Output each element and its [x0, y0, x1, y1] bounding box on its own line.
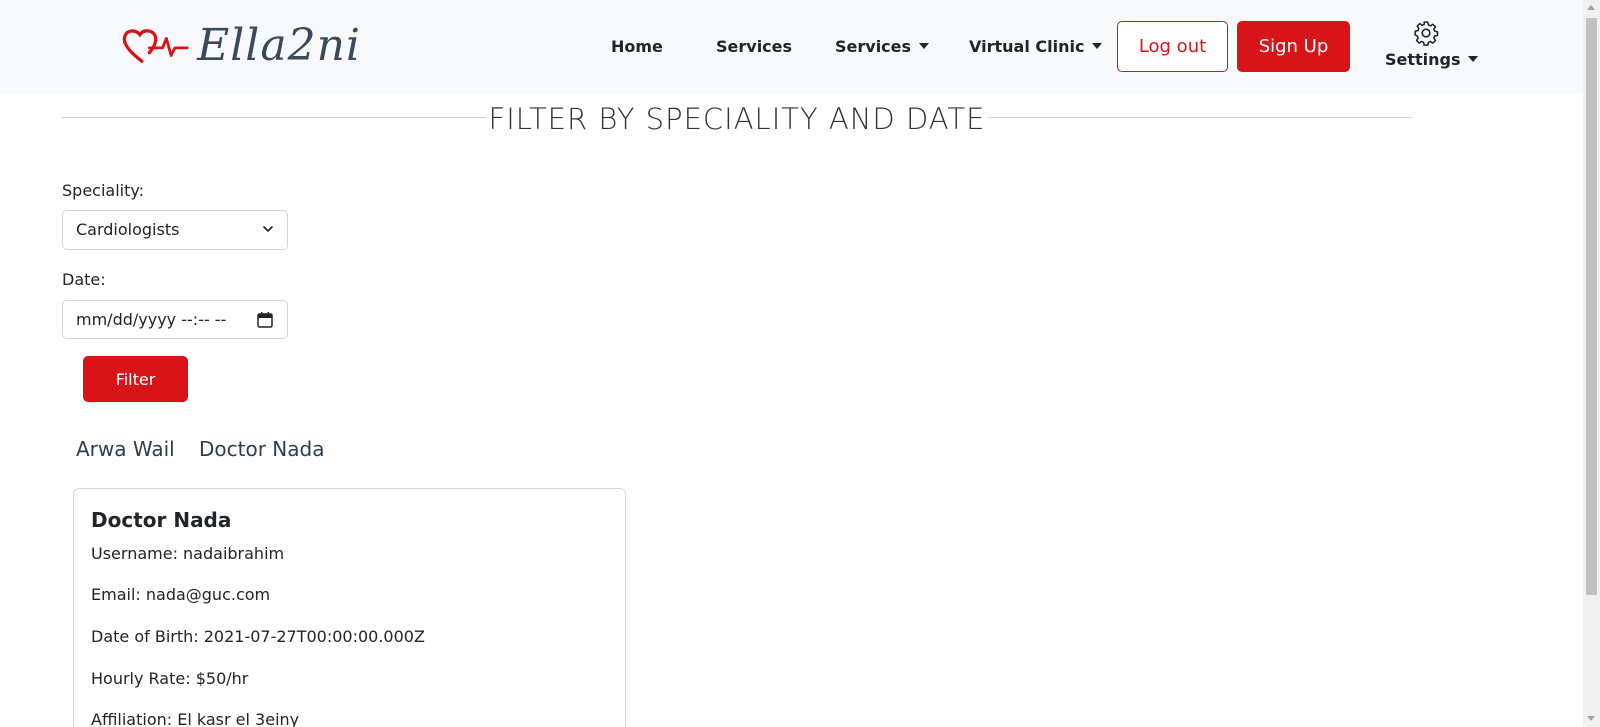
doctor-tab-doctor-nada[interactable]: Doctor Nada — [199, 437, 324, 461]
page-title: FILTER BY SPECIALITY AND DATE — [488, 102, 986, 136]
nav-virtual-clinic[interactable]: Virtual Clinic — [969, 36, 1103, 58]
scroll-up-icon[interactable] — [1587, 5, 1595, 10]
nav-services-dropdown-label: Services — [835, 37, 912, 56]
doctor-affiliation: Affiliation: El kasr el 3einy — [91, 710, 300, 727]
chevron-down-icon — [263, 226, 273, 232]
speciality-select[interactable]: Cardiologists — [62, 210, 288, 250]
caret-down-icon — [1092, 43, 1103, 49]
doctor-card: Doctor Nada Username: nadaibrahim Email:… — [73, 488, 626, 727]
divider — [62, 117, 486, 118]
date-input[interactable]: mm/dd/yyyy --:-- -- — [62, 300, 288, 339]
doctor-username: Username: nadaibrahim — [91, 544, 285, 563]
filter-button[interactable]: Filter — [83, 356, 188, 402]
speciality-label: Speciality: — [62, 181, 145, 200]
heart-pulse-icon — [122, 29, 189, 63]
scroll-down-icon[interactable] — [1587, 716, 1595, 721]
doctor-name: Doctor Nada — [91, 508, 232, 532]
caret-down-icon — [1468, 56, 1479, 62]
nav-home[interactable]: Home — [611, 36, 663, 58]
logout-button[interactable]: Log out — [1117, 21, 1228, 72]
nav-services-dropdown[interactable]: Services — [835, 36, 929, 58]
date-input-placeholder: mm/dd/yyyy --:-- -- — [76, 310, 227, 329]
nav-virtual-clinic-label: Virtual Clinic — [969, 37, 1085, 56]
divider — [988, 117, 1412, 118]
settings-dropdown[interactable]: Settings — [1381, 20, 1479, 72]
date-label: Date: — [62, 270, 106, 289]
gear-icon — [1414, 21, 1439, 46]
doctor-email: Email: nada@guc.com — [91, 585, 271, 604]
caret-down-icon — [918, 43, 929, 49]
scroll-thumb[interactable] — [1586, 18, 1597, 595]
section-heading: FILTER BY SPECIALITY AND DATE — [62, 99, 1412, 139]
brand-name: Ella2ni — [197, 20, 361, 71]
doctor-tab-arwa-wail[interactable]: Arwa Wail — [76, 437, 175, 461]
navbar: Ella2ni Home Services Services Virtual C… — [0, 0, 1583, 93]
brand-logo[interactable]: Ella2ni — [121, 14, 361, 78]
page-scrollbar[interactable] — [1583, 0, 1600, 727]
settings-label: Settings — [1385, 50, 1461, 69]
nav-services[interactable]: Services — [716, 36, 792, 58]
signup-button[interactable]: Sign Up — [1237, 21, 1350, 72]
doctor-dob: Date of Birth: 2021-07-27T00:00:00.000Z — [91, 627, 425, 646]
settings-label-wrap: Settings — [1385, 50, 1479, 69]
doctor-hourly-rate: Hourly Rate: $50/hr — [91, 669, 249, 688]
calendar-icon[interactable] — [257, 311, 273, 328]
speciality-select-value: Cardiologists — [76, 220, 180, 239]
